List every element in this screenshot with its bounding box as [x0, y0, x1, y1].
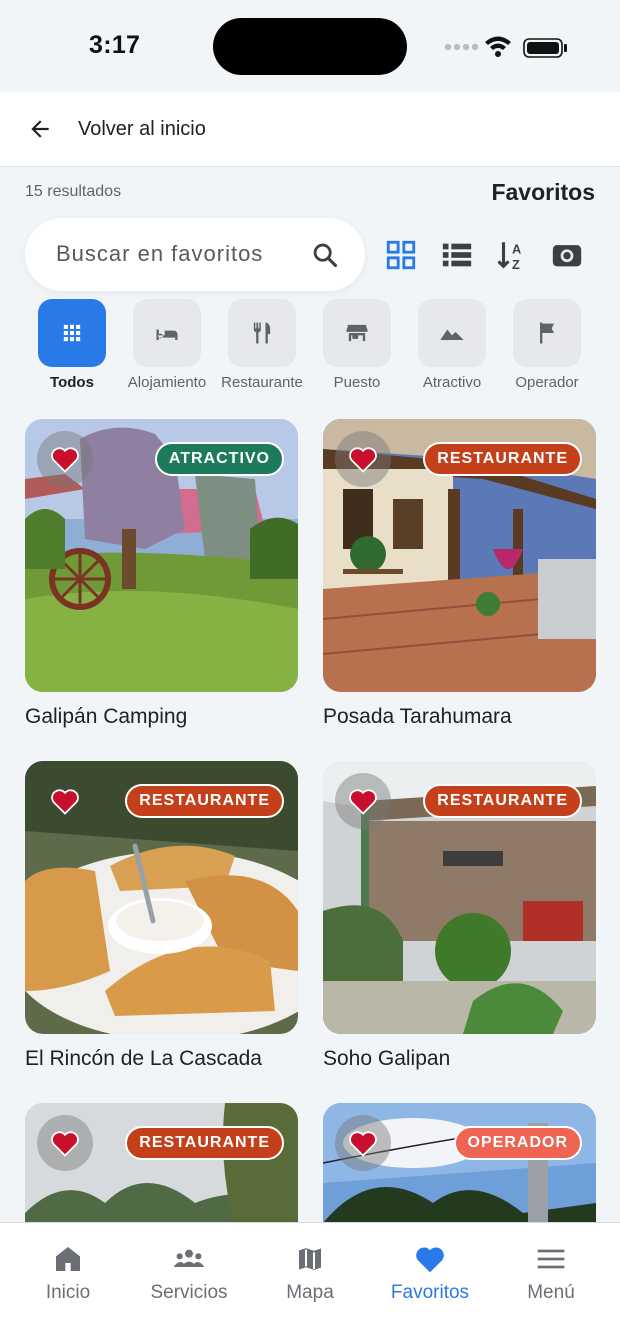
page-title: Favoritos [491, 179, 595, 205]
place-name[interactable]: Galipán Camping [25, 705, 187, 729]
favorite-toggle[interactable] [335, 431, 391, 487]
home-icon [56, 1247, 80, 1271]
favorite-toggle[interactable] [335, 773, 391, 829]
nav-label: Menú [527, 1282, 575, 1303]
category-chip-restaurante[interactable] [228, 299, 296, 367]
signal-icon [444, 43, 479, 51]
list-view-icon[interactable] [440, 238, 474, 272]
people-icon [173, 1249, 205, 1267]
category-label-operador: Operador [515, 374, 579, 391]
sort-icon[interactable]: A Z [495, 238, 529, 272]
category-badge: OPERADOR [453, 1126, 582, 1160]
nav-item-menu[interactable]: Menú [489, 1223, 613, 1323]
category-badge: RESTAURANTE [125, 1126, 284, 1160]
heart-icon [51, 1131, 79, 1157]
fork-knife-icon [253, 322, 271, 344]
search-box [25, 218, 365, 291]
photo-view-icon[interactable] [550, 238, 584, 272]
nav-item-mapa[interactable]: Mapa [248, 1223, 372, 1323]
place-name[interactable]: Posada Tarahumara [323, 705, 512, 729]
grid-view-icon[interactable] [384, 238, 418, 272]
category-badge: RESTAURANTE [423, 784, 582, 818]
dynamic-island [213, 18, 407, 75]
nav-item-servicios[interactable]: Servicios [127, 1223, 251, 1323]
heart-icon [349, 447, 377, 473]
back-arrow-icon[interactable] [27, 116, 53, 142]
heart-icon [349, 1131, 377, 1157]
favorite-toggle[interactable] [37, 431, 93, 487]
grid-icon [63, 324, 81, 342]
top-bar: Volver al inicio [0, 92, 620, 167]
flag-icon [540, 322, 554, 344]
status-icons [444, 36, 567, 58]
place-name[interactable]: El Rincón de La Cascada [25, 1047, 262, 1071]
search-icon[interactable] [311, 241, 339, 269]
category-label-alojamiento: Alojamiento [127, 374, 207, 391]
category-badge: ATRACTIVO [154, 442, 284, 476]
place-name[interactable]: Soho Galipan [323, 1047, 450, 1071]
heart-icon [349, 789, 377, 815]
nav-item-favoritos[interactable]: Favoritos [368, 1223, 492, 1323]
category-badge: RESTAURANTE [125, 784, 284, 818]
bed-icon [156, 329, 178, 340]
status-time: 3:17 [89, 31, 141, 59]
results-count: 15 resultados [25, 183, 122, 200]
category-chip-todos[interactable] [38, 299, 106, 367]
nav-label: Favoritos [390, 1282, 470, 1303]
category-chip-operador[interactable] [513, 299, 581, 367]
nav-item-inicio[interactable]: Inicio [6, 1223, 130, 1323]
category-chip-puesto[interactable] [323, 299, 391, 367]
category-label-puesto: Puesto [333, 374, 381, 391]
nav-label: Inicio [45, 1282, 91, 1303]
favorite-toggle[interactable] [37, 1115, 93, 1171]
nav-label: Servicios [150, 1282, 228, 1303]
battery-icon [523, 38, 567, 58]
category-chip-atractivo[interactable] [418, 299, 486, 367]
bottom-nav: Inicio Servicios Mapa Favoritos Menú [0, 1222, 620, 1341]
svg-text:Z: Z [512, 257, 520, 272]
heart-icon [51, 789, 79, 815]
nav-label: Mapa [286, 1282, 334, 1303]
store-icon [346, 324, 368, 342]
menu-icon [537, 1249, 565, 1269]
category-label-restaurante: Restaurante [221, 374, 303, 391]
back-link[interactable]: Volver al inicio [78, 118, 206, 141]
mountain-icon [440, 329, 464, 340]
wifi-icon [485, 36, 511, 57]
favorite-toggle[interactable] [37, 773, 93, 829]
favorite-toggle[interactable] [335, 1115, 391, 1171]
category-chip-alojamiento[interactable] [133, 299, 201, 367]
status-bar: 3:17 [0, 0, 620, 92]
heart-icon [416, 1247, 444, 1273]
svg-text:A: A [512, 242, 521, 257]
search-input[interactable] [56, 238, 306, 270]
heart-icon [51, 447, 79, 473]
map-icon [297, 1245, 323, 1273]
category-label-atractivo: Atractivo [422, 374, 482, 391]
category-badge: RESTAURANTE [423, 442, 582, 476]
category-label-todos: Todos [50, 374, 94, 391]
